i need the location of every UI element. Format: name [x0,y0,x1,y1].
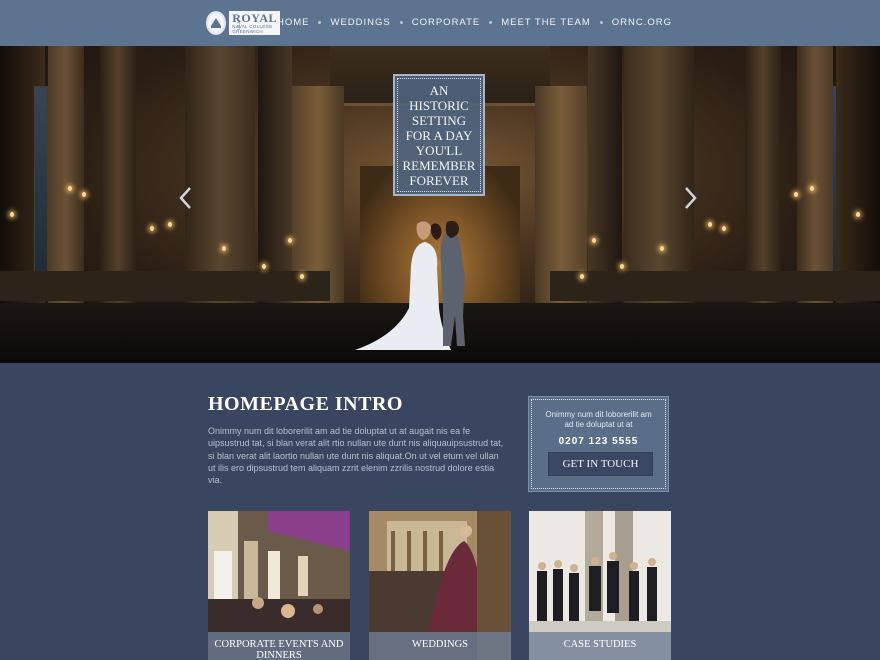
nav-ornc[interactable]: ORNC.ORG [612,17,672,28]
nav-separator [489,21,493,24]
card-corporate-label: CORPORATE EVENTS AND DINNERS [208,632,350,660]
hero-prev-button[interactable] [176,186,194,214]
hero-dining-table [550,271,880,301]
hero-slider: AN HISTORIC SETTING FOR A DAY YOU'LL REM… [0,46,880,363]
nav-corporate[interactable]: CORPORATE [412,17,480,28]
candle-flame [722,226,726,231]
candle-flame [592,238,596,243]
intro-body: Onimmy num dit loborerilit am ad tie dol… [208,426,504,486]
site-header: OLD ROYAL NAVAL COLLEGE GREENWICH HOME W… [0,0,880,46]
nav-separator [318,21,322,24]
candle-flame [10,212,14,217]
nav-separator [599,21,603,24]
hero-caption-box: AN HISTORIC SETTING FOR A DAY YOU'LL REM… [393,74,485,196]
nav-weddings[interactable]: WEDDINGS [330,17,390,28]
candle-flame [856,212,860,217]
candle-flame [620,264,624,269]
site-logo[interactable]: OLD ROYAL NAVAL COLLEGE GREENWICH [206,9,280,37]
candle-flame [150,226,154,231]
candle-flame [580,274,584,279]
candle-flame [794,192,798,197]
card-weddings-label: WEDDINGS [369,632,511,660]
candle-flame [660,246,664,251]
candle-flame [288,238,292,243]
candle-flame [708,222,712,227]
nav-meet-the-team[interactable]: MEET THE TEAM [501,17,591,28]
hero-dining-table [0,271,330,301]
candle-flame [82,192,86,197]
get-in-touch-button[interactable]: GET IN TOUCH [548,452,653,476]
card-case-studies-label: CASE STUDIES [529,632,671,660]
crest-icon [206,11,227,35]
hero-couple-image [355,220,465,350]
candle-flame [68,186,72,191]
logo-old-text: OLD [237,20,242,31]
nav-home[interactable]: HOME [277,17,310,28]
card-weddings[interactable]: WEDDINGS [369,511,511,660]
intro-title: HOMEPAGE INTRO [208,393,403,415]
main-nav: HOME WEDDINGS CORPORATE MEET THE TEAM OR… [277,17,672,28]
hero-window [34,86,48,286]
candle-flame [810,186,814,191]
candle-flame [300,274,304,279]
card-corporate[interactable]: CORPORATE EVENTS AND DINNERS [208,511,350,660]
contact-phone[interactable]: 0207 123 5555 [529,436,668,447]
candle-flame [262,264,266,269]
hero-headline: AN HISTORIC SETTING FOR A DAY YOU'LL REM… [402,82,476,188]
chevron-left-icon [179,187,191,209]
candle-flame [168,222,172,227]
card-case-studies[interactable]: CASE STUDIES [529,511,671,660]
candle-flame [222,246,226,251]
nav-separator [399,21,403,24]
hero-next-button[interactable] [682,186,700,214]
contact-text: Onimmy num dit loborerilit am ad tie dol… [545,410,652,429]
chevron-right-icon [685,187,697,209]
contact-box: Onimmy num dit loborerilit am ad tie dol… [528,396,669,492]
